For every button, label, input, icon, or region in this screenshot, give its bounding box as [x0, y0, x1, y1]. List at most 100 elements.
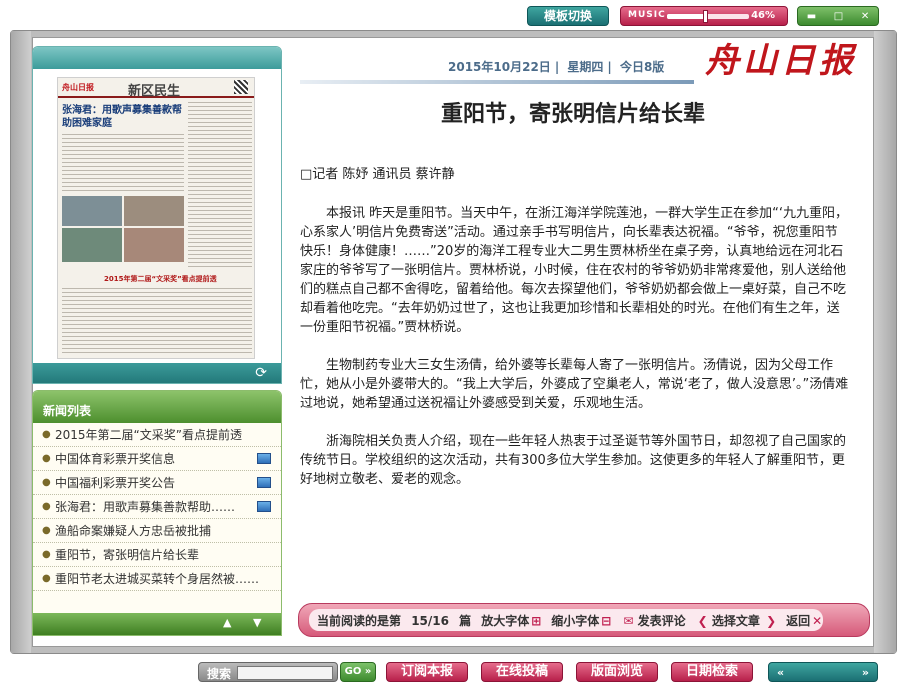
news-list: ● 2015年第二届“文采奖”看点提前透 ● 中国体育彩票开奖信息 ● 中国福利彩票开奖公…	[33, 423, 281, 591]
thumbnail-footer: ⟳	[33, 363, 281, 383]
comment-button[interactable]: ✉ 发表评论	[621, 612, 685, 629]
thumbnail-headline: 张海君：用歌声募集善款帮助困难家庭	[62, 105, 182, 129]
reading-position: 当前阅读的是第 15/16 篇	[317, 612, 471, 629]
news-list-footer: ▲ ▼	[33, 613, 281, 635]
search-label: 搜索	[207, 667, 232, 681]
shrink-font-label: 缩小字体	[551, 613, 600, 628]
shrink-font-button[interactable]: 缩小字体 ⊟	[551, 612, 611, 629]
news-list-item-label: 2015年第二届“文采奖”看点提前透	[55, 428, 242, 442]
close-icon[interactable]: ✕	[861, 11, 869, 22]
enlarge-font-button[interactable]: 放大字体 ⊞	[481, 612, 541, 629]
article-byline: □记者 陈妤 通讯员 蔡许静	[300, 167, 455, 182]
thumbnail-photo	[62, 196, 122, 226]
music-label: MUSIC	[628, 10, 666, 20]
search-input[interactable]	[237, 666, 333, 680]
picture-icon	[257, 501, 271, 512]
music-volume-value: 46%	[751, 10, 775, 21]
news-list-item-label: 张海君：用歌声募集善款帮助……	[55, 500, 236, 514]
double-chevron-left-icon[interactable]: «	[777, 666, 784, 679]
bullet-icon: ●	[42, 453, 51, 464]
reader-toolbar-inner: 当前阅读的是第 15/16 篇 放大字体 ⊞ 缩小字体 ⊟ ✉ 发表评论 ❮ 选择文…	[309, 609, 823, 631]
top-bar: 模板切换 MUSIC 46% ▬ □ ✕	[0, 0, 903, 30]
enlarge-font-label: 放大字体	[481, 613, 530, 628]
minimize-icon[interactable]: ▬	[807, 11, 816, 22]
browse-pages-button[interactable]: 版面浏览	[576, 662, 658, 682]
qr-code-icon	[234, 80, 248, 94]
thumbnail-logo: 舟山日报	[62, 83, 94, 92]
music-volume-slider[interactable]	[667, 10, 749, 23]
music-volume-handle[interactable]	[702, 10, 708, 23]
frame-shadow-right	[874, 31, 896, 653]
choose-article-button[interactable]: ❮ 选择文章 ❯	[696, 612, 777, 629]
article-paragraph: 本报讯 昨天是重阳节。当天中午，在浙江海洋学院莲池，一群大学生正在参加“‘九九重…	[300, 206, 849, 335]
news-list-item[interactable]: ● 中国体育彩票开奖信息	[33, 447, 281, 471]
bullet-icon: ●	[42, 549, 51, 560]
news-list-item-label: 渔船命案嫌疑人方忠岳被批捕	[55, 524, 212, 538]
go-label: GO	[344, 666, 362, 677]
arrow-right-icon: ❯	[766, 613, 777, 628]
back-button[interactable]: 返回 ✕	[786, 612, 822, 629]
thumbnail-banner: 2015年第二届“文采奖”看点提前透	[104, 275, 217, 283]
news-list-panel: 新闻列表 ● 2015年第二届“文采奖”看点提前透 ● 中国体育彩票开奖信息 ● 中国福利…	[32, 390, 282, 636]
issue-weekday: 星期四	[567, 60, 604, 74]
submit-article-button[interactable]: 在线投稿	[481, 662, 563, 682]
arrow-left-icon: ❮	[697, 613, 708, 628]
thumbnail-photo	[62, 228, 122, 262]
article-title: 重阳节，寄张明信片给长辈	[440, 102, 705, 127]
news-list-item[interactable]: ● 中国福利彩票开奖公告	[33, 471, 281, 495]
thumbnail-section: 新区民生	[128, 84, 181, 99]
arrow-down-icon[interactable]: ▼	[253, 616, 261, 629]
window-controls: ▬ □ ✕	[797, 6, 879, 26]
refresh-icon[interactable]: ⟳	[255, 365, 267, 381]
thumbnail-masthead: 舟山日报 新区民生	[58, 78, 254, 99]
date-search-button[interactable]: 日期检索	[671, 662, 753, 682]
bottom-bar: 搜索 GO » 订阅本报 在线投稿 版面浏览 日期检索 « »	[0, 656, 903, 688]
mail-icon: ✉	[623, 613, 634, 628]
thumbnail-photo	[124, 228, 184, 262]
double-chevron-right-icon: »	[364, 666, 372, 677]
news-list-item-label: 中国体育彩票开奖信息	[55, 452, 176, 466]
bullet-icon: ●	[42, 525, 51, 536]
double-chevron-right-icon[interactable]: »	[862, 666, 869, 679]
go-button[interactable]: GO »	[340, 662, 376, 682]
issue-date: 2015年10月22日	[448, 60, 551, 74]
thumbnail-text-block	[62, 134, 184, 194]
minus-icon: ⊟	[601, 613, 612, 628]
bullet-icon: ●	[42, 501, 51, 512]
thumbnail-photo	[124, 196, 184, 226]
music-control: MUSIC 46%	[620, 6, 788, 26]
template-switch-button[interactable]: 模板切换	[527, 6, 609, 26]
bullet-icon: ●	[42, 573, 51, 584]
arrow-up-icon[interactable]: ▲	[223, 616, 231, 629]
thumbnail-header	[33, 47, 281, 69]
news-list-item[interactable]: ● 2015年第二届“文采奖”看点提前透	[33, 423, 281, 447]
frame-shadow-left	[11, 31, 31, 653]
page-thumbnail[interactable]: 舟山日报 新区民生 张海君：用歌声募集善款帮助困难家庭 2015年第二届“文采奖…	[57, 77, 255, 359]
news-list-item-label: 中国福利彩票开奖公告	[55, 476, 176, 490]
newspaper-logo: 舟山日报	[705, 41, 857, 81]
subscribe-button[interactable]: 订阅本报	[386, 662, 468, 682]
news-list-item[interactable]: ● 重阳节，寄张明信片给长辈	[33, 543, 281, 567]
search-box: 搜索	[198, 662, 338, 682]
issue-editions: 今日8版	[619, 60, 665, 74]
choose-article-label: 选择文章	[711, 613, 760, 628]
page-nav-control: « »	[768, 662, 878, 682]
thumbnail-text-block	[62, 288, 252, 356]
music-volume-fill	[667, 14, 705, 19]
plus-icon: ⊞	[531, 613, 542, 628]
thumbnail-text-block	[188, 102, 252, 270]
dateline: 2015年10月22日 | 星期四 | 今日8版	[448, 60, 665, 74]
picture-icon	[257, 453, 271, 464]
news-list-item[interactable]: ● 重阳节老太进城买菜转个身居然被……	[33, 567, 281, 591]
news-list-item[interactable]: ● 渔船命案嫌疑人方忠岳被批捕	[33, 519, 281, 543]
news-list-title: 新闻列表	[33, 391, 281, 423]
article-paragraph: 生物制药专业大三女生汤倩，给外婆等长辈每人寄了一张明信片。汤倩说，因为父母工作忙…	[300, 358, 849, 411]
reading-position-label: 当前阅读的是第	[317, 613, 402, 628]
bullet-icon: ●	[42, 429, 51, 440]
article-body: 本报讯 昨天是重阳节。当天中午，在浙江海洋学院莲池，一群大学生正在参加“‘九九重…	[300, 204, 850, 508]
news-list-item-label: 重阳节老太进城买菜转个身居然被……	[55, 572, 260, 586]
reading-position-value: 15/16	[411, 613, 449, 628]
news-list-item-label: 重阳节，寄张明信片给长辈	[55, 548, 200, 562]
news-list-item[interactable]: ● 张海君：用歌声募集善款帮助……	[33, 495, 281, 519]
restore-icon[interactable]: □	[834, 11, 843, 22]
